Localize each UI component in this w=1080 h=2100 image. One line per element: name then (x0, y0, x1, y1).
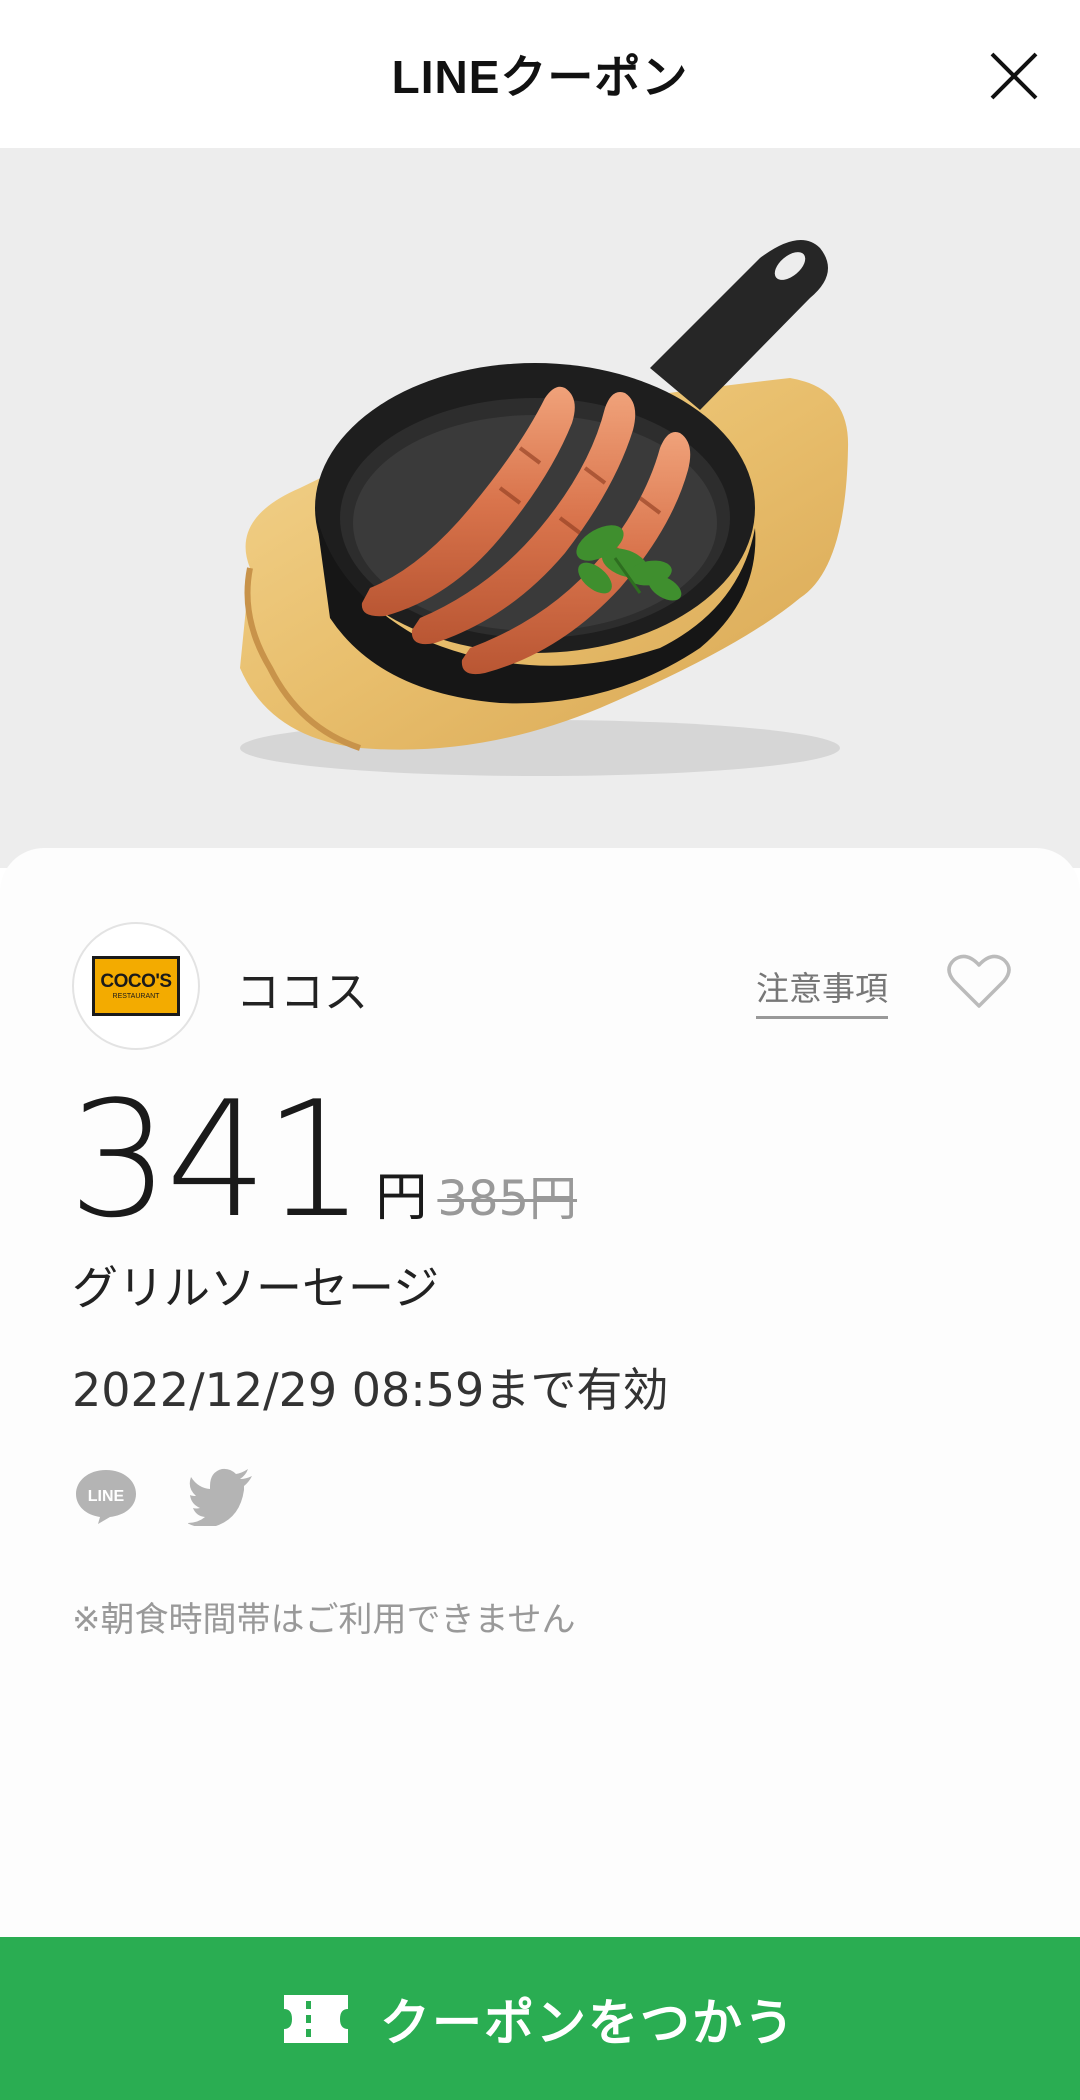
line-share-icon[interactable]: LINE (72, 1466, 140, 1526)
app-header: LINEクーポン (0, 0, 1080, 148)
line-share-label: LINE (88, 1488, 125, 1505)
store-logo: COCO'S RESTAURANT (72, 922, 200, 1050)
store-name: ココス (236, 967, 368, 1018)
product-image (0, 148, 1080, 868)
page-title: LINEクーポン (391, 51, 689, 103)
original-price: 385円 (437, 1171, 578, 1227)
price-unit: 円 (375, 1168, 428, 1228)
coupon-price: 341 (68, 1066, 365, 1253)
price-row: 341 円 385円 (68, 1080, 577, 1240)
sausage-skillet-photo (240, 240, 849, 776)
use-coupon-button[interactable]: クーポンをつかう (0, 1937, 1080, 2100)
close-icon[interactable] (986, 48, 1042, 104)
notes-link[interactable]: 注意事項 (756, 962, 888, 1019)
validity-date: 2022/12/29 08:59まで有効 (72, 1363, 669, 1417)
logo-subtext: RESTAURANT (112, 992, 160, 1000)
usage-notice: ※朝食時間帯はご利用できません (72, 1600, 576, 1640)
ticket-icon (284, 1994, 348, 2043)
logo-text: COCO'S (100, 970, 172, 992)
favorite-heart-icon[interactable] (946, 952, 1012, 1012)
use-coupon-label: クーポンをつかう (380, 1993, 796, 2052)
product-name: グリルソーセージ (72, 1261, 440, 1315)
cocos-logo: COCO'S RESTAURANT (92, 956, 180, 1016)
twitter-share-icon[interactable] (188, 1468, 254, 1526)
